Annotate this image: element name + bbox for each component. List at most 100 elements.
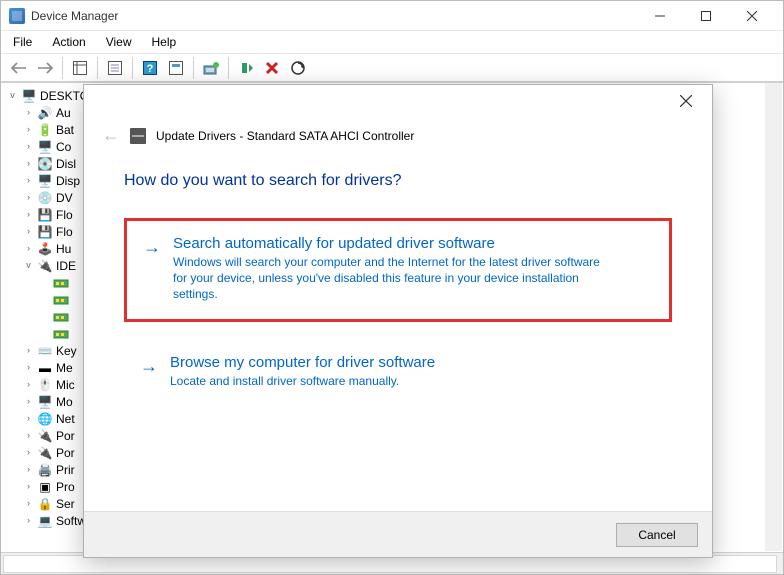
expand-icon[interactable]: › bbox=[23, 447, 34, 457]
forward-button[interactable] bbox=[33, 57, 57, 79]
tree-item-label: Net bbox=[56, 412, 75, 426]
cancel-button[interactable]: Cancel bbox=[616, 523, 698, 547]
dialog-footer: Cancel bbox=[84, 511, 712, 557]
expand-icon[interactable]: › bbox=[23, 107, 34, 117]
security-icon: 🔒 bbox=[37, 496, 53, 512]
back-arrow-icon[interactable]: ← bbox=[102, 125, 120, 146]
tree-item-label: Hu bbox=[56, 242, 71, 256]
tree-item-label: Prir bbox=[56, 463, 75, 477]
uninstall-button[interactable] bbox=[260, 57, 284, 79]
menu-file[interactable]: File bbox=[11, 33, 34, 51]
update-driver-button[interactable] bbox=[199, 57, 223, 79]
expand-icon[interactable]: › bbox=[23, 209, 34, 219]
toolbar-separator bbox=[97, 57, 98, 79]
option2-description: Locate and install driver software manua… bbox=[170, 373, 435, 389]
mouse-icon: 🖱️ bbox=[37, 377, 53, 393]
tree-item-label: Bat bbox=[56, 123, 74, 137]
toolbar: ? bbox=[1, 54, 783, 82]
menu-action[interactable]: Action bbox=[50, 33, 87, 51]
dialog-titlebar bbox=[84, 85, 712, 117]
disk-icon: 💽 bbox=[37, 156, 53, 172]
option-search-automatically[interactable]: → Search automatically for updated drive… bbox=[124, 218, 672, 322]
action-button[interactable] bbox=[164, 57, 188, 79]
menu-help[interactable]: Help bbox=[150, 33, 179, 51]
monitor-icon: 🖥️ bbox=[37, 394, 53, 410]
tree-item-label: Disp bbox=[56, 174, 80, 188]
option-browse-computer[interactable]: → Browse my computer for driver software… bbox=[124, 340, 672, 405]
maximize-button[interactable] bbox=[683, 1, 729, 31]
option1-title: Search automatically for updated driver … bbox=[173, 235, 603, 252]
toolbar-separator bbox=[132, 57, 133, 79]
drive-icon bbox=[130, 128, 146, 144]
vertical-scrollbar[interactable] bbox=[765, 83, 782, 551]
dialog-header: ← Update Drivers - Standard SATA AHCI Co… bbox=[84, 117, 712, 150]
hid-icon: 🕹️ bbox=[37, 241, 53, 257]
arrow-right-icon: → bbox=[143, 235, 161, 303]
option2-title: Browse my computer for driver software bbox=[170, 354, 435, 371]
expand-icon[interactable]: › bbox=[23, 158, 34, 168]
tree-item-label: Mo bbox=[56, 395, 73, 409]
controller-icon bbox=[53, 309, 69, 325]
network-icon: 🌐 bbox=[37, 411, 53, 427]
tree-item-label: DV bbox=[56, 191, 73, 205]
expand-icon[interactable]: › bbox=[23, 226, 34, 236]
expand-icon[interactable]: › bbox=[23, 175, 34, 185]
dialog-question: How do you want to search for drivers? bbox=[124, 172, 672, 190]
expand-icon[interactable]: › bbox=[23, 396, 34, 406]
tree-item-label: Ser bbox=[56, 497, 75, 511]
memory-icon: ▬ bbox=[37, 360, 53, 376]
expand-icon[interactable]: › bbox=[23, 243, 34, 253]
toolbar-separator bbox=[62, 57, 63, 79]
expand-icon[interactable]: › bbox=[23, 413, 34, 423]
tree-item-label: Disl bbox=[56, 157, 76, 171]
tree-item-label: Me bbox=[56, 361, 73, 375]
processor-icon: ▣ bbox=[37, 479, 53, 495]
menubar: File Action View Help bbox=[1, 31, 783, 54]
help-button[interactable]: ? bbox=[138, 57, 162, 79]
expand-icon[interactable]: › bbox=[23, 124, 34, 134]
scan-button[interactable] bbox=[286, 57, 310, 79]
menu-view[interactable]: View bbox=[104, 33, 134, 51]
minimize-button[interactable] bbox=[637, 1, 683, 31]
expand-icon[interactable]: › bbox=[23, 345, 34, 355]
dialog-header-text: Update Drivers - Standard SATA AHCI Cont… bbox=[156, 129, 414, 143]
titlebar: Device Manager bbox=[1, 1, 783, 31]
audio-icon: 🔊 bbox=[37, 105, 53, 121]
dialog-close-button[interactable] bbox=[664, 86, 708, 116]
cancel-button-label: Cancel bbox=[638, 528, 675, 542]
expand-icon[interactable]: › bbox=[23, 192, 34, 202]
arrow-right-icon: → bbox=[140, 354, 158, 389]
floppy-icon: 💾 bbox=[37, 224, 53, 240]
tree-item-label: Flo bbox=[56, 225, 73, 239]
battery-icon: 🔋 bbox=[37, 122, 53, 138]
printer-icon: 🖨️ bbox=[37, 462, 53, 478]
computer-icon: 🖥️ bbox=[21, 88, 37, 104]
show-hide-tree-button[interactable] bbox=[68, 57, 92, 79]
back-button[interactable] bbox=[7, 57, 31, 79]
dialog-body: How do you want to search for drivers? →… bbox=[84, 150, 712, 415]
expand-icon[interactable]: › bbox=[23, 430, 34, 440]
expand-icon[interactable]: › bbox=[23, 379, 34, 389]
enable-button[interactable] bbox=[234, 57, 258, 79]
expand-icon[interactable]: › bbox=[23, 481, 34, 491]
port-icon: 🔌 bbox=[37, 428, 53, 444]
toolbar-separator bbox=[193, 57, 194, 79]
properties-button[interactable] bbox=[103, 57, 127, 79]
expand-icon[interactable]: › bbox=[23, 515, 34, 525]
toolbar-separator bbox=[228, 57, 229, 79]
collapse-icon[interactable]: v bbox=[7, 90, 18, 100]
controller-icon bbox=[53, 275, 69, 291]
option1-description: Windows will search your computer and th… bbox=[173, 254, 603, 303]
collapse-icon[interactable]: v bbox=[23, 260, 34, 270]
software-icon: 💻 bbox=[37, 513, 53, 529]
close-button[interactable] bbox=[729, 1, 775, 31]
controller-icon bbox=[53, 326, 69, 342]
ide-icon: 🔌 bbox=[37, 258, 53, 274]
svg-text:?: ? bbox=[147, 63, 154, 75]
port-icon: 🔌 bbox=[37, 445, 53, 461]
expand-icon[interactable]: › bbox=[23, 498, 34, 508]
expand-icon[interactable]: › bbox=[23, 141, 34, 151]
display-icon: 🖥️ bbox=[37, 173, 53, 189]
expand-icon[interactable]: › bbox=[23, 362, 34, 372]
expand-icon[interactable]: › bbox=[23, 464, 34, 474]
